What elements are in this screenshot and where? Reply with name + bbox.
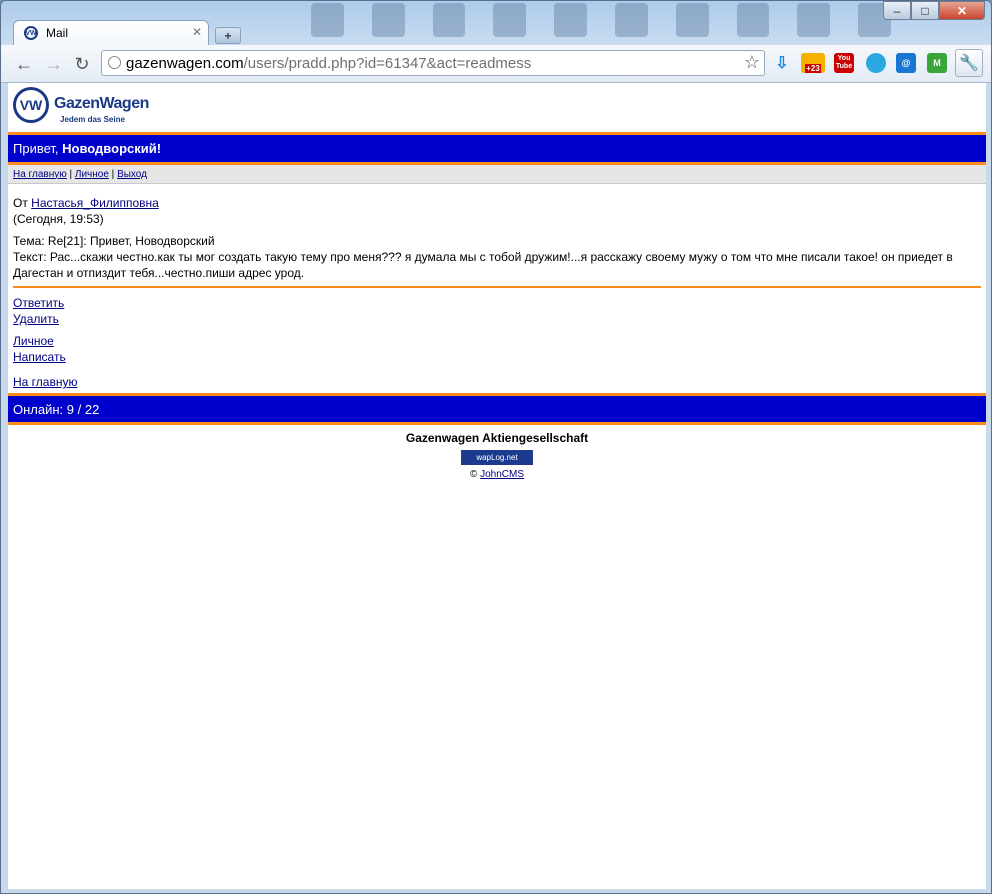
globe-icon	[108, 56, 121, 69]
extension-blue-icon[interactable]: ⇩	[772, 53, 792, 73]
forward-icon[interactable]: →	[43, 53, 65, 75]
online-count: Онлайн: 9 / 22	[13, 401, 100, 417]
browser-toolbar: ← → ↻ gazenwagen.com/users/pradd.php?id=…	[1, 45, 991, 83]
sender-link[interactable]: Настасья_Филипповна	[31, 196, 159, 210]
menu-logout-link[interactable]: Выход	[117, 169, 147, 180]
copyright-symbol: ©	[469, 469, 481, 480]
url-path: /users/pradd.php?id=61347&act=readmess	[243, 55, 532, 72]
url-text[interactable]: gazenwagen.com/users/pradd.php?id=61347&…	[126, 55, 531, 72]
copyright: © JohnCMS	[8, 469, 986, 480]
message-time: (Сегодня, 19:53)	[13, 212, 104, 226]
window-controls: – □ ✕	[883, 1, 985, 20]
page-viewport: VW GazenWagen Jedem das Seine Привет, Но…	[8, 83, 986, 889]
browser-window: – □ ✕ VW Mail ✕ + ← → ↻ gazenwagen.com/u…	[0, 0, 992, 894]
youtube-extension-icon[interactable]: You Tube	[834, 53, 854, 73]
greeting-name: Новодворский!	[62, 141, 162, 156]
reload-icon[interactable]: ↻	[71, 53, 93, 75]
text-content: Рас...скажи честно.как ты мог создать та…	[13, 250, 953, 280]
bookmark-star-icon[interactable]: ☆	[744, 52, 760, 73]
delete-link[interactable]: Удалить	[13, 312, 59, 326]
orange-divider	[13, 286, 981, 288]
m-extension-icon[interactable]: M	[927, 53, 947, 73]
mail-extension-icon[interactable]: @	[896, 53, 916, 73]
subject-text: Re[21]: Привет, Новодворский	[47, 234, 215, 248]
menu-separator: |	[66, 168, 75, 180]
menu-personal-link[interactable]: Личное	[75, 169, 109, 180]
url-domain: gazenwagen.com	[126, 55, 244, 72]
logo-tagline: Jedem das Seine	[60, 115, 125, 124]
back-icon[interactable]: ←	[13, 53, 35, 75]
waplog-counter-badge[interactable]: wapLog.net	[461, 450, 533, 465]
write-link[interactable]: Написать	[13, 350, 66, 364]
new-tab-button[interactable]: +	[215, 27, 241, 44]
mail-links: Личное Написать	[13, 333, 66, 365]
johncms-link[interactable]: JohnCMS	[480, 469, 524, 480]
message-actions: Ответить Удалить	[13, 295, 64, 327]
company-name: Gazenwagen Aktiengesellschaft	[405, 431, 589, 445]
vw-logo-icon: VW	[13, 87, 49, 123]
tab-title: Mail	[46, 26, 69, 40]
online-bar: Онлайн: 9 / 22	[8, 393, 986, 425]
circle-extension-icon[interactable]	[866, 53, 886, 73]
maximize-button[interactable]: □	[911, 1, 939, 20]
title-bar: – □ ✕ VW Mail ✕ +	[1, 1, 991, 46]
minimize-button[interactable]: –	[883, 1, 911, 20]
vw-favicon-icon: VW	[24, 26, 38, 40]
message-text: Текст: Рас...скажи честно.как ты мог соз…	[13, 249, 981, 281]
home-link[interactable]: На главную	[13, 375, 77, 389]
greeting-prefix: Привет,	[13, 141, 63, 156]
address-bar[interactable]: gazenwagen.com/users/pradd.php?id=61347&…	[101, 50, 765, 76]
close-window-button[interactable]: ✕	[939, 1, 985, 20]
weather-extension-icon[interactable]: +23	[801, 53, 825, 73]
desktop-behind-titlebar	[301, 1, 891, 41]
message-body: От Настасья_Филипповна (Сегодня, 19:53) …	[13, 195, 981, 281]
close-tab-icon[interactable]: ✕	[192, 25, 202, 39]
message-from: От Настасья_Филипповна	[13, 195, 981, 211]
text-label: Текст:	[13, 250, 50, 264]
greeting-bar: Привет, Новодворский!	[8, 132, 986, 165]
browser-tab[interactable]: VW Mail ✕	[13, 20, 209, 46]
personal-link[interactable]: Личное	[13, 334, 54, 348]
top-menu: На главную | Личное | Выход	[8, 165, 986, 184]
from-label: От	[13, 196, 32, 210]
home-links: На главную	[13, 374, 77, 390]
wrench-menu-icon[interactable]: 🔧	[955, 49, 983, 77]
weather-badge: +23	[805, 63, 821, 73]
menu-separator: |	[108, 168, 118, 180]
message-subject: Тема: Re[21]: Привет, Новодворский	[13, 233, 981, 249]
menu-home-link[interactable]: На главную	[13, 169, 67, 180]
reply-link[interactable]: Ответить	[13, 296, 64, 310]
logo-name: GazenWagen	[54, 95, 149, 112]
subject-label: Тема:	[13, 234, 48, 248]
site-footer: Gazenwagen Aktiengesellschaft wapLog.net…	[8, 431, 986, 480]
